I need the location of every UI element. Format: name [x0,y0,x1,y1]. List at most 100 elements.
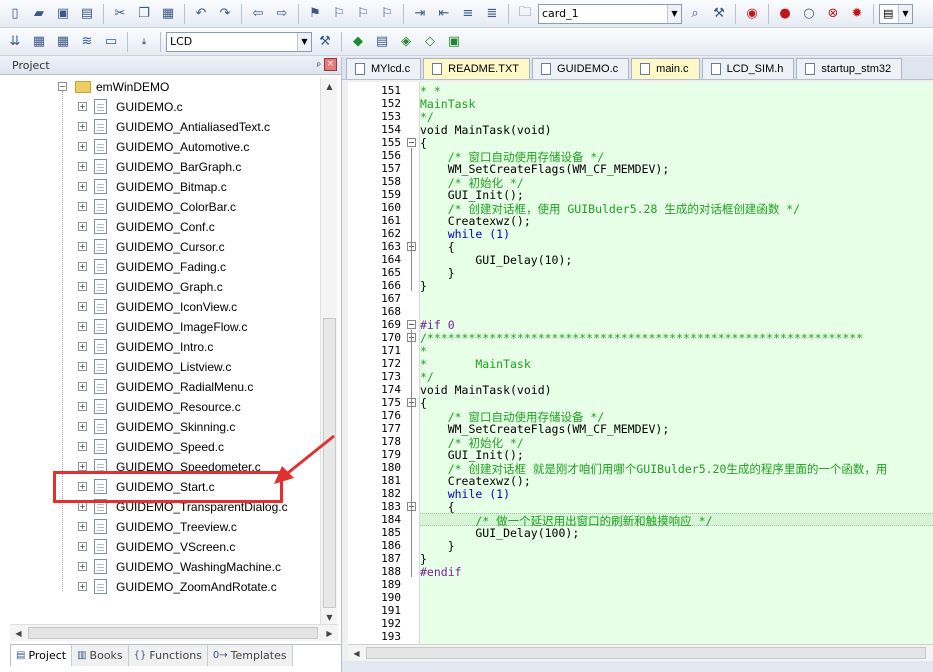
tree-file-item[interactable]: + GUIDEMO_BarGraph.c [10,157,318,177]
tab-lcd-sim[interactable]: LCD_SIM.h [701,58,795,79]
download-load-icon[interactable]: ⤓ [133,31,155,53]
code-line[interactable]: } [420,266,455,280]
redo-icon[interactable]: ↷ [214,3,236,25]
disable-breakpoint-icon[interactable]: ○ [798,3,820,25]
code-line[interactable]: #if 0 [420,318,455,332]
clear-bookmarks-icon[interactable]: ⚐ [376,3,398,25]
expand-icon[interactable]: + [78,122,87,131]
expand-icon[interactable]: + [78,302,87,311]
code-line[interactable]: Createxwz(); [420,214,531,228]
tree-file-item[interactable]: + GUIDEMO_Resource.c [10,397,318,417]
code-line[interactable]: void MainTask(void) [420,383,552,397]
code-line[interactable]: MainTask [420,97,475,111]
expand-icon[interactable]: + [78,562,87,571]
chevron-down-icon[interactable]: ▼ [297,32,311,51]
tree-file-item[interactable]: + GUIDEMO_Treeview.c [10,517,318,537]
tree-folder-emwindemo[interactable]: − emWinDEMO [10,77,318,97]
kill-breakpoints-icon[interactable]: ✹ [846,3,868,25]
target-select-combo[interactable]: LCD ▼ [166,31,312,52]
tree-file-item[interactable]: + GUIDEMO_Intro.c [10,337,318,357]
expand-icon[interactable]: + [78,582,87,591]
tab-project[interactable]: ▤ Project [10,645,73,666]
expand-icon[interactable]: + [78,242,87,251]
window-layout-combo[interactable]: ▤ ▼ [879,3,913,24]
scroll-thumb[interactable] [28,627,318,639]
scroll-left-icon[interactable]: ◀ [348,645,365,662]
expand-icon[interactable]: + [78,422,87,431]
tree-file-item[interactable]: + GUIDEMO_Conf.c [10,217,318,237]
tree-file-item[interactable]: + GUIDEMO_VScreen.c [10,537,318,557]
code-area[interactable]: * * MainTask */void MainTask(void){ /* 窗口自… [420,82,933,644]
tree-file-item[interactable]: + GUIDEMO_Fading.c [10,257,318,277]
close-icon[interactable]: × [324,58,337,71]
cut-icon[interactable]: ✂ [109,3,131,25]
code-line[interactable]: GUI_Init(); [420,448,524,462]
expand-icon[interactable]: + [78,462,87,471]
navigate-back-icon[interactable]: ⇦ [247,3,269,25]
tab-readme[interactable]: README.TXT [423,58,531,79]
debug-session-icon[interactable]: ◉ [741,3,763,25]
chevron-down-icon[interactable]: ▼ [898,4,912,23]
incremental-find-icon[interactable]: ⚒ [708,3,730,25]
expand-icon[interactable]: + [78,102,87,111]
tab-startup[interactable]: startup_stm32 [796,58,903,79]
scroll-right-icon[interactable]: ▶ [321,625,338,642]
code-line[interactable]: { [420,136,427,150]
navigate-forward-icon[interactable]: ⇨ [271,3,293,25]
code-line[interactable]: while (1) [420,487,510,501]
find-in-files-icon[interactable]: 🗀 [514,3,536,25]
bookmark-icon[interactable]: ⚑ [304,3,326,25]
tree-file-item[interactable]: + GUIDEMO_Automotive.c [10,137,318,157]
prev-bookmark-icon[interactable]: ⚐ [328,3,350,25]
tab-guidemo[interactable]: GUIDEMO.c [532,58,630,79]
pack-installer-icon[interactable]: ▣ [443,31,465,53]
file-extensions-icon[interactable]: ▤ [371,31,393,53]
code-line[interactable]: } [420,279,427,293]
tree-file-item[interactable]: + GUIDEMO_ImageFlow.c [10,317,318,337]
code-line[interactable]: { [420,240,455,254]
expand-icon[interactable]: + [78,342,87,351]
pin-icon[interactable]: ᵖ [317,58,321,75]
tab-main[interactable]: main.c [631,58,700,79]
save-icon[interactable]: ▣ [52,3,74,25]
expand-icon[interactable]: + [78,502,87,511]
expand-icon[interactable]: + [78,162,87,171]
find-icon[interactable]: ⌕ [684,3,706,25]
code-line[interactable]: /***************************************… [420,331,863,345]
code-line[interactable]: while (1) [420,227,510,241]
manage-components-icon[interactable]: ◆ [347,31,369,53]
breakpoint-icon[interactable]: ● [774,3,796,25]
code-line[interactable]: #endif [420,565,462,579]
code-line[interactable]: GUI_Init(); [420,188,524,202]
code-editor[interactable]: 151 152 153 154 155 156 157 158 159 160 161 162 163 1… [348,82,933,644]
expand-icon[interactable]: + [78,202,87,211]
code-line[interactable]: WM_SetCreateFlags(WM_CF_MEMDEV); [420,422,670,436]
project-vertical-scrollbar[interactable]: ▲ ▼ [320,78,337,626]
indent-icon[interactable]: ⇥ [409,3,431,25]
comment-icon[interactable]: ≡ [457,3,479,25]
code-line[interactable]: GUI_Delay(10); [420,253,572,267]
target-options-icon[interactable]: ⚒ [314,31,336,53]
tab-functions[interactable]: {} Functions [128,645,208,666]
unindent-icon[interactable]: ⇤ [433,3,455,25]
scroll-thumb[interactable] [366,647,926,659]
stop-build-icon[interactable]: ▭ [100,31,122,53]
expand-icon[interactable]: + [78,382,87,391]
code-line[interactable]: } [420,539,455,553]
code-line[interactable]: GUI_Delay(100); [420,526,579,540]
collapse-icon[interactable]: − [58,82,67,91]
scroll-up-icon[interactable]: ▲ [321,78,338,95]
tree-file-item[interactable]: + GUIDEMO_Bitmap.c [10,177,318,197]
expand-icon[interactable]: + [78,262,87,271]
disable-all-breakpoints-icon[interactable]: ⊗ [822,3,844,25]
code-line[interactable]: WM_SetCreateFlags(WM_CF_MEMDEV); [420,162,670,176]
tab-mylcd[interactable]: MYlcd.c [346,58,422,79]
fold-toggle-icon[interactable]: − [407,320,416,329]
tree-file-item[interactable]: + GUIDEMO_ZoomAndRotate.c [10,577,318,597]
code-line[interactable]: void MainTask(void) [420,123,552,137]
tab-templates[interactable]: 0→ Templates [207,645,293,666]
translate-icon[interactable]: ⇊ [4,31,26,53]
open-folder-icon[interactable]: ▰ [28,3,50,25]
paste-icon[interactable]: ▦ [157,3,179,25]
fold-toggle-icon[interactable]: − [407,138,416,147]
